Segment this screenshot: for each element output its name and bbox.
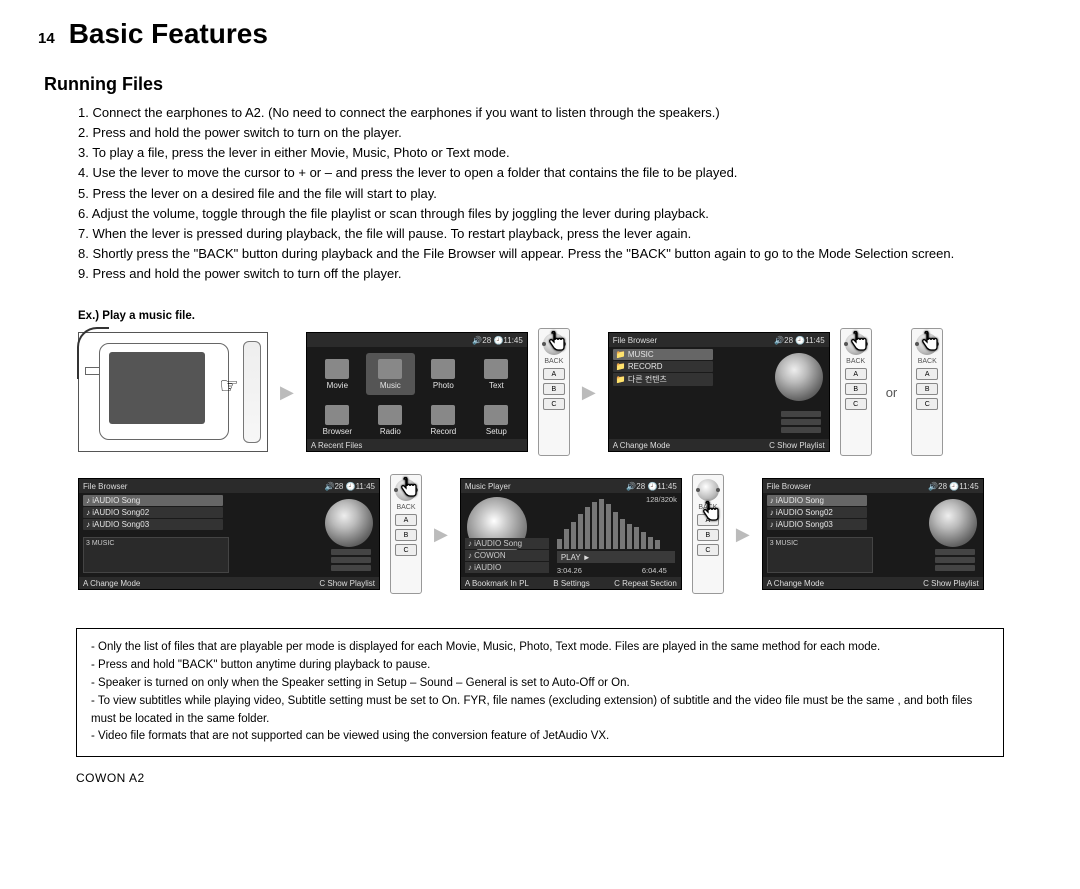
lever-press-center: BACK A B C bbox=[840, 328, 872, 456]
step-item: 4. Use the lever to move the cursor to +… bbox=[78, 163, 1042, 183]
section-heading: Running Files bbox=[44, 74, 1042, 95]
step-item: 2. Press and hold the power switch to tu… bbox=[78, 123, 1042, 143]
note-item: - Press and hold "BACK" button anytime d… bbox=[91, 657, 989, 675]
diagram-row-1: ☞ ▶ 🔊28 🕘11:45 Movie Music Photo Text Br… bbox=[78, 328, 1042, 456]
footer-model: COWON A2 bbox=[76, 771, 1042, 785]
example-label: Ex.) Play a music file. bbox=[78, 310, 1042, 322]
flow-arrow-icon: ▶ bbox=[736, 524, 750, 545]
step-item: 3. To play a file, press the lever in ei… bbox=[78, 143, 1042, 163]
screenshot-mode-select: 🔊28 🕘11:45 Movie Music Photo Text Browse… bbox=[306, 332, 528, 452]
step-item: 8. Shortly press the "BACK" button durin… bbox=[78, 244, 1042, 264]
note-item: - Speaker is turned on only when the Spe… bbox=[91, 675, 989, 693]
hand-pointer-icon: ☞ bbox=[219, 373, 239, 399]
device-illustration: ☞ bbox=[78, 332, 268, 452]
screenshot-file-browser-2: File Browser 🔊28 🕘11:45 ♪ iAUDIO Song ♪ … bbox=[78, 478, 380, 590]
note-item: - Only the list of files that are playab… bbox=[91, 639, 989, 657]
page-title: Basic Features bbox=[69, 18, 268, 50]
step-item: 7. When the lever is pressed during play… bbox=[78, 224, 1042, 244]
flow-arrow-icon: ▶ bbox=[280, 382, 294, 403]
lever-push-right: BACK A B C bbox=[911, 328, 943, 456]
notes-box: - Only the list of files that are playab… bbox=[76, 628, 1004, 757]
step-item: 5. Press the lever on a desired file and… bbox=[78, 184, 1042, 204]
screenshot-file-browser-1: File Browser 🔊28 🕘11:45 📁 MUSIC 📁 RECORD… bbox=[608, 332, 830, 452]
lever-press-back: BACK A B C bbox=[692, 474, 724, 594]
step-item: 9. Press and hold the power switch to tu… bbox=[78, 264, 1042, 284]
lever-press-center: BACK A B C bbox=[390, 474, 422, 594]
or-label: or bbox=[886, 385, 898, 400]
note-item: - Video file formats that are not suppor… bbox=[91, 728, 989, 746]
screenshot-music-player: Music Player 🔊28 🕘11:45 128/320k ♪ iAUDI… bbox=[460, 478, 682, 590]
diagram-row-2: File Browser 🔊28 🕘11:45 ♪ iAUDIO Song ♪ … bbox=[78, 474, 1042, 594]
step-item: 6. Adjust the volume, toggle through the… bbox=[78, 204, 1042, 224]
page-number: 14 bbox=[38, 30, 55, 47]
lever-press-center: BACK A B C bbox=[538, 328, 570, 456]
flow-arrow-icon: ▶ bbox=[582, 382, 596, 403]
note-item: - To view subtitles while playing video,… bbox=[91, 693, 989, 729]
flow-arrow-icon: ▶ bbox=[434, 524, 448, 545]
step-item: 1. Connect the earphones to A2. (No need… bbox=[78, 103, 1042, 123]
screenshot-file-browser-3: File Browser 🔊28 🕘11:45 ♪ iAUDIO Song ♪ … bbox=[762, 478, 984, 590]
steps-list: 1. Connect the earphones to A2. (No need… bbox=[78, 103, 1042, 284]
